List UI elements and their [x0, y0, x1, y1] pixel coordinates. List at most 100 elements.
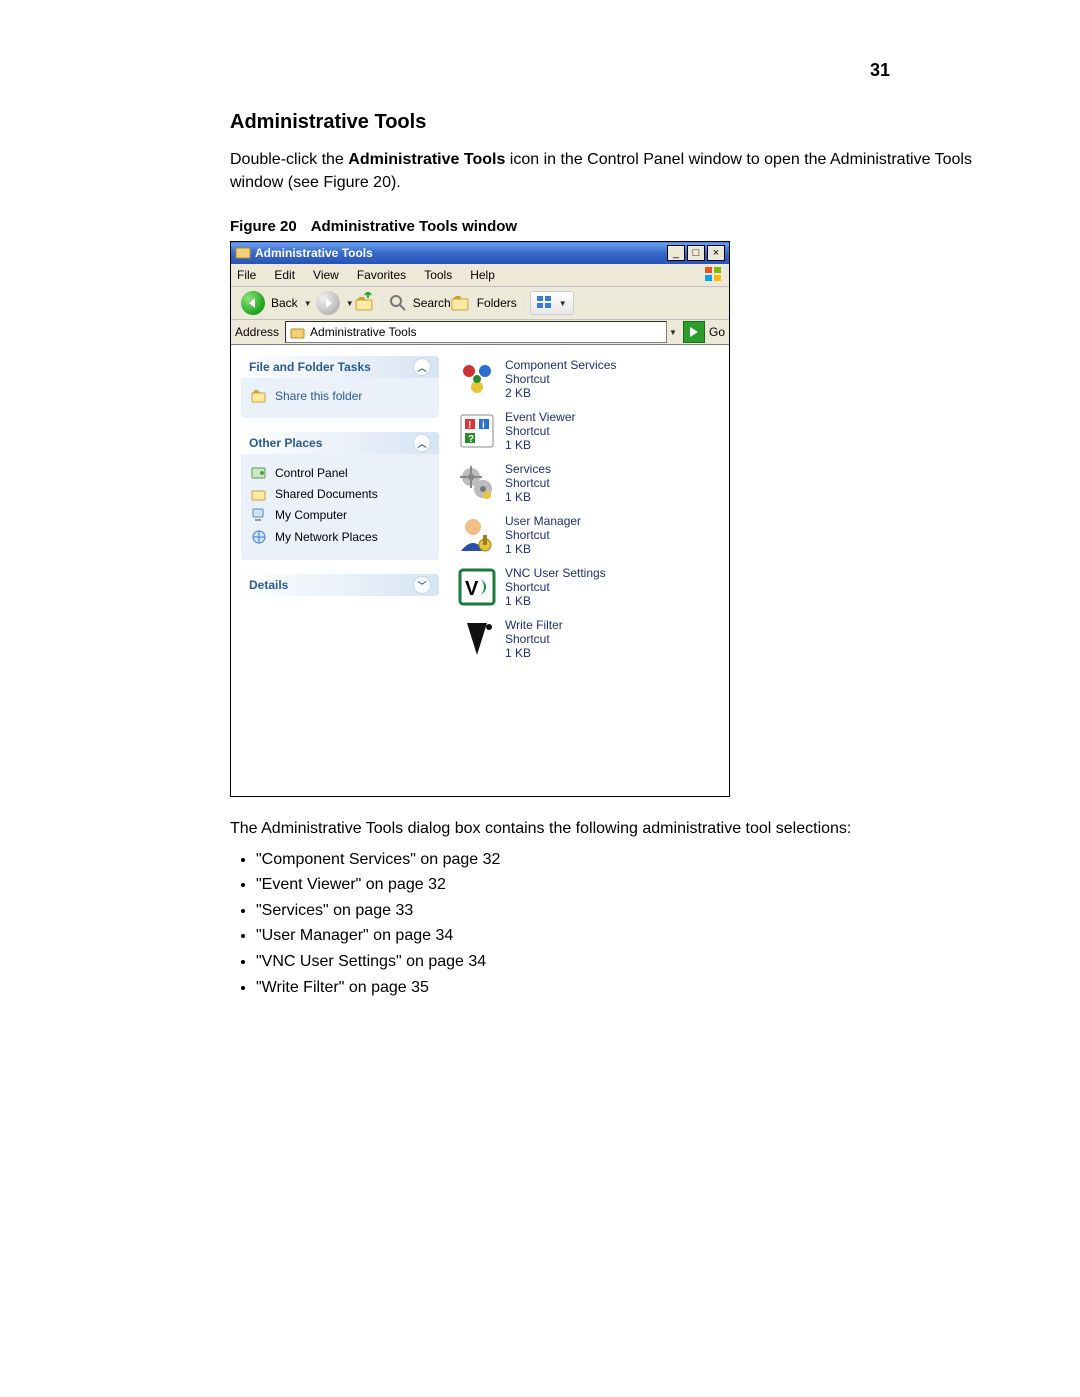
minimize-button[interactable]: _ [667, 245, 685, 261]
collapse-icon-2[interactable]: ︿ [413, 434, 431, 452]
back-dropdown-icon[interactable]: ▼ [304, 295, 312, 311]
toolbar: Back ▼ ▼ [231, 287, 729, 320]
list-item: "Services" on page 33 [256, 898, 1020, 924]
item-name: VNC User Settings [505, 566, 606, 580]
back-button[interactable]: Back ▼ [237, 290, 316, 316]
titlebar[interactable]: Administrative Tools _ □ × [231, 242, 729, 264]
search-button[interactable]: Search [389, 294, 451, 312]
folder-up-icon [354, 292, 376, 314]
figure-title: Administrative Tools window [311, 218, 517, 235]
shared-documents-icon [251, 487, 267, 501]
item-name: Component Services [505, 358, 616, 372]
list-item: "Event Viewer" on page 32 [256, 872, 1020, 898]
share-this-folder-label: Share this folder [275, 389, 362, 403]
forward-dropdown-icon[interactable]: ▼ [346, 295, 354, 311]
address-field[interactable]: Administrative Tools [285, 321, 667, 343]
menu-file[interactable]: File [237, 268, 256, 282]
my-network-label: My Network Places [275, 530, 378, 544]
item-size: 2 KB [505, 386, 616, 400]
panel-other-places: Other Places ︿ Control Panel [241, 432, 439, 560]
back-arrow-icon [241, 291, 265, 315]
item-name: Write Filter [505, 618, 563, 632]
item-size: 1 KB [505, 490, 551, 504]
list-item: "VNC User Settings" on page 34 [256, 949, 1020, 975]
event-viewer-icon: ! i ? [457, 411, 497, 451]
network-places-icon [251, 529, 267, 545]
go-label: Go [709, 325, 725, 339]
user-manager-icon [457, 515, 497, 555]
go-button[interactable] [683, 321, 705, 343]
toolbar-separator-2 [523, 292, 524, 314]
window-icon [235, 245, 251, 261]
item-size: 1 KB [505, 438, 575, 452]
close-button[interactable]: × [707, 245, 725, 261]
panel-other-places-title: Other Places [249, 436, 322, 450]
up-button[interactable] [354, 292, 376, 314]
views-button[interactable]: ▼ [530, 291, 574, 315]
go-arrow-icon [688, 326, 700, 338]
menu-help[interactable]: Help [470, 268, 495, 282]
item-services[interactable]: Services Shortcut 1 KB [457, 462, 719, 504]
shared-documents-link[interactable]: Shared Documents [251, 484, 429, 504]
figure-caption: Figure 20 Administrative Tools window [230, 218, 1020, 235]
item-size: 1 KB [505, 646, 563, 660]
panel-other-places-header[interactable]: Other Places ︿ [241, 432, 439, 454]
after-figure-text: The Administrative Tools dialog box cont… [230, 817, 1020, 840]
item-component-services[interactable]: Component Services Shortcut 2 KB [457, 358, 719, 400]
figure-label: Figure 20 [230, 218, 297, 235]
collapse-icon[interactable]: ︿ [413, 358, 431, 376]
svg-text:?: ? [468, 434, 474, 445]
menu-edit[interactable]: Edit [274, 268, 295, 282]
item-type: Shortcut [505, 632, 563, 646]
windows-logo-icon [703, 265, 725, 283]
intro-bold: Administrative Tools [348, 151, 505, 168]
folders-button[interactable]: Folders [451, 294, 517, 312]
forward-button[interactable]: ▼ [316, 291, 354, 315]
forward-arrow-icon [316, 291, 340, 315]
side-panel: File and Folder Tasks ︿ Share this folde… [241, 356, 439, 786]
address-label: Address [235, 325, 279, 339]
panel-details-title: Details [249, 578, 288, 592]
item-size: 1 KB [505, 594, 606, 608]
panel-details-header[interactable]: Details ﹀ [241, 574, 439, 596]
menu-favorites[interactable]: Favorites [357, 268, 406, 282]
my-network-link[interactable]: My Network Places [251, 526, 429, 548]
my-computer-icon [251, 507, 267, 523]
item-name: User Manager [505, 514, 581, 528]
item-event-viewer[interactable]: ! i ? Event Viewer Shortcut 1 KB [457, 410, 719, 452]
svg-text:!: ! [468, 420, 471, 431]
intro-paragraph: Double-click the Administrative Tools ic… [230, 148, 1020, 194]
item-vnc-user-settings[interactable]: V VNC User Settings Shortcut 1 KB [457, 566, 719, 608]
panel-file-tasks-header[interactable]: File and Folder Tasks ︿ [241, 356, 439, 378]
views-icon [537, 296, 553, 310]
address-dropdown-icon[interactable]: ▼ [669, 324, 677, 340]
control-panel-link[interactable]: Control Panel [251, 462, 429, 484]
window-title: Administrative Tools [255, 246, 667, 260]
maximize-button[interactable]: □ [687, 245, 705, 261]
item-type: Shortcut [505, 528, 581, 542]
address-bar: Address Administrative Tools ▼ Go [231, 320, 729, 345]
menu-tools[interactable]: Tools [424, 268, 452, 282]
search-icon [389, 294, 407, 312]
reference-list: "Component Services" on page 32 "Event V… [230, 847, 1020, 1001]
share-this-folder-link[interactable]: Share this folder [251, 386, 429, 406]
expand-icon[interactable]: ﹀ [413, 576, 431, 594]
my-computer-label: My Computer [275, 508, 347, 522]
item-size: 1 KB [505, 542, 581, 556]
svg-text:i: i [482, 420, 485, 431]
views-dropdown-icon[interactable]: ▼ [559, 295, 567, 311]
address-value: Administrative Tools [310, 325, 417, 339]
panel-details: Details ﹀ [241, 574, 439, 596]
vnc-icon: V [457, 567, 497, 607]
file-list: Component Services Shortcut 2 KB ! i [457, 356, 719, 786]
list-item: "Component Services" on page 32 [256, 847, 1020, 873]
address-folder-icon [290, 325, 306, 339]
shared-documents-label: Shared Documents [275, 487, 378, 501]
menu-bar: File Edit View Favorites Tools Help [231, 264, 729, 287]
my-computer-link[interactable]: My Computer [251, 504, 429, 526]
folders-icon [451, 294, 471, 312]
list-item: "User Manager" on page 34 [256, 923, 1020, 949]
menu-view[interactable]: View [313, 268, 339, 282]
item-user-manager[interactable]: User Manager Shortcut 1 KB [457, 514, 719, 556]
item-write-filter[interactable]: Write Filter Shortcut 1 KB [457, 618, 719, 660]
